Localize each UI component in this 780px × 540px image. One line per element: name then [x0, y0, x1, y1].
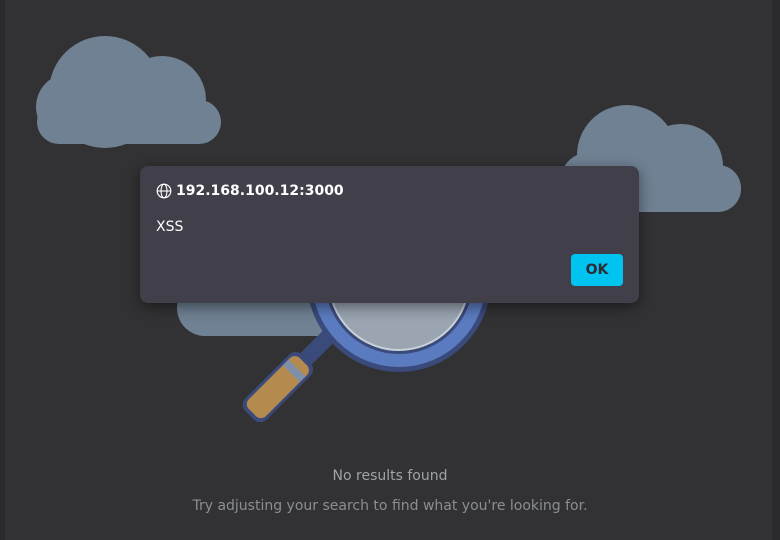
empty-state-subtitle: Try adjusting your search to find what y… [192, 498, 588, 514]
globe-icon [156, 183, 172, 199]
dialog-origin: 192.168.100.12:3000 [156, 181, 344, 201]
dialog-origin-text: 192.168.100.12:3000 [176, 183, 344, 199]
cloud-icon [36, 36, 221, 148]
empty-state-title: No results found [332, 468, 448, 484]
alert-dialog: 192.168.100.12:3000 XSS OK [140, 166, 639, 303]
ok-button[interactable]: OK [571, 254, 623, 286]
dialog-message: XSS [156, 219, 184, 235]
